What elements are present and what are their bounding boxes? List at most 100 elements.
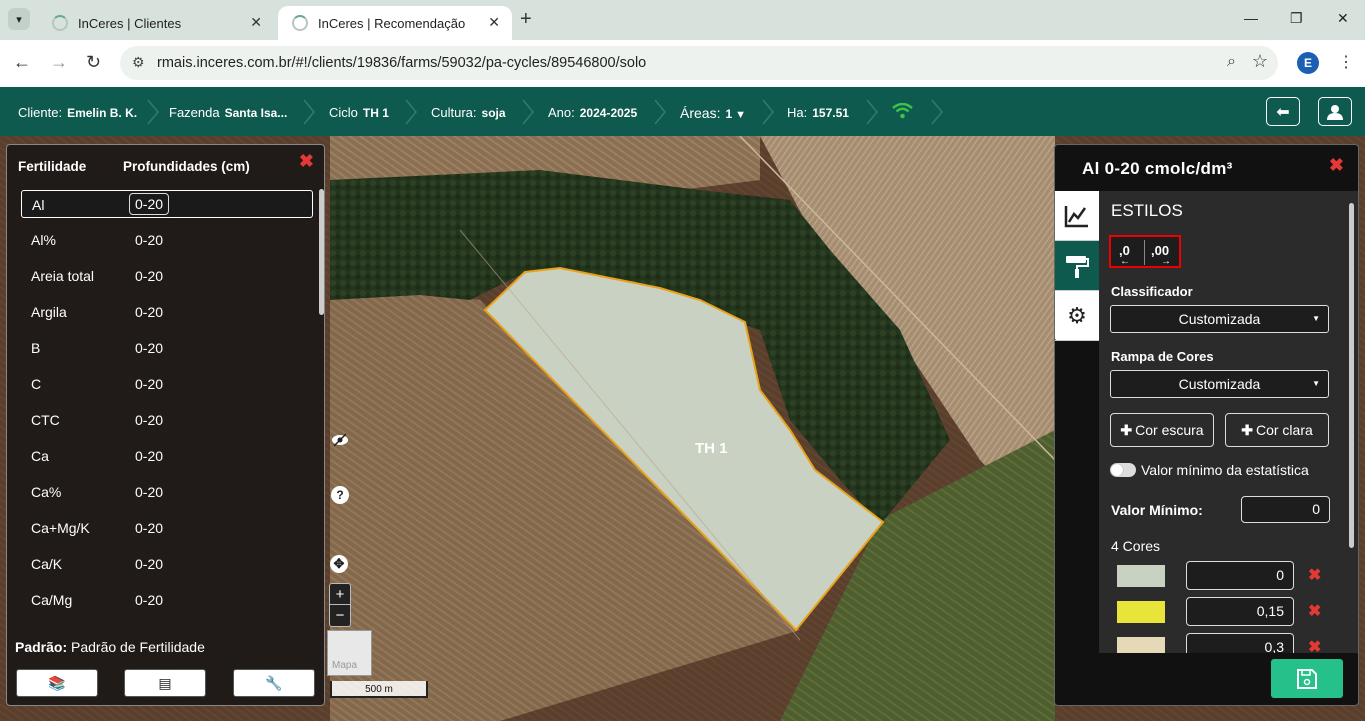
basemap-toggle[interactable]: Mapa (327, 630, 372, 676)
site-info-icon[interactable]: ⚙ (132, 54, 145, 71)
color-break-input[interactable]: 0,15 (1186, 597, 1294, 626)
breadcrumb-separator-icon (405, 99, 417, 125)
header-ano[interactable]: Ano: 2024-2025 (548, 105, 637, 120)
color-swatch[interactable] (1117, 637, 1165, 653)
tab-close-icon[interactable]: ✕ (488, 14, 500, 31)
fertility-row[interactable]: Ca% 0-20 (21, 478, 313, 506)
remove-color-icon[interactable]: ✖ (1308, 601, 1321, 621)
color-break-input[interactable]: 0 (1186, 561, 1294, 590)
depth-value[interactable]: 0-20 (135, 448, 163, 464)
styles-tab[interactable] (1055, 241, 1099, 291)
ano-label: Ano: (548, 105, 575, 120)
book-button[interactable]: ▤ (124, 669, 206, 697)
depth-value[interactable]: 0-20 (135, 376, 163, 392)
zoom-control: + − (329, 583, 351, 627)
zoom-in-button[interactable]: + (330, 584, 350, 605)
browser-menu-icon[interactable]: ⋮ (1338, 52, 1354, 72)
depth-value[interactable]: 0-20 (135, 232, 163, 248)
fertility-row[interactable]: Areia total 0-20 (21, 262, 313, 290)
fertility-row[interactable]: Ca/K 0-20 (21, 550, 313, 578)
depth-value[interactable]: 0-20 (135, 556, 163, 572)
fertilidade-header: Fertilidade (18, 159, 87, 174)
header-ha: Ha: 157.51 (787, 105, 849, 120)
rampa-value: Customizada (1178, 376, 1261, 392)
valor-minimo-toggle[interactable] (1110, 463, 1136, 477)
url-text[interactable]: rmais.inceres.com.br/#!/clients/19836/fa… (157, 55, 646, 71)
color-swatch[interactable] (1117, 601, 1165, 623)
fertility-row[interactable]: Ca+Mg/K 0-20 (21, 514, 313, 542)
close-panel-icon[interactable]: ✖ (1329, 155, 1344, 176)
fertility-row[interactable]: Argila 0-20 (21, 298, 313, 326)
tab-recomendacao[interactable]: InCeres | Recomendação ✕ (278, 6, 512, 40)
cliente-value: Emelin B. K. (67, 106, 138, 120)
fertility-row[interactable]: Ca/Mg 0-20 (21, 586, 313, 614)
header-cultura[interactable]: Cultura: soja (431, 105, 506, 120)
breadcrumb-separator-icon (303, 99, 315, 125)
color-swatch[interactable] (1117, 565, 1165, 587)
bookmark-star-icon[interactable]: ☆ (1252, 51, 1268, 72)
fertility-row[interactable]: Al 0-20 (21, 190, 313, 218)
browser-tab-bar: ▾ InCeres | Clientes ✕ InCeres | Recomen… (0, 0, 1365, 40)
zoom-icon[interactable]: ⌕ (1227, 53, 1236, 71)
minimize-button[interactable]: — (1244, 10, 1258, 26)
depth-value[interactable]: 0-20 (135, 340, 163, 356)
tab-search-button[interactable]: ▾ (8, 8, 30, 30)
depth-value[interactable]: 0-20 (135, 268, 163, 284)
depth-value[interactable]: 0-20 (135, 412, 163, 428)
cor-clara-button[interactable]: ✚ Cor clara (1225, 413, 1329, 447)
pan-move-icon[interactable]: ✥ (330, 555, 348, 573)
remove-color-icon[interactable]: ✖ (1308, 565, 1321, 585)
panel-scrollbar[interactable] (319, 189, 324, 315)
fertility-row[interactable]: CTC 0-20 (21, 406, 313, 434)
plus-icon: ✚ (1120, 421, 1133, 438)
back-button[interactable]: ← (13, 52, 31, 73)
classificador-select[interactable]: Customizada ▼ (1110, 305, 1329, 333)
profile-avatar[interactable]: E (1297, 52, 1319, 74)
fertility-row[interactable]: C 0-20 (21, 370, 313, 398)
tab-clientes[interactable]: InCeres | Clientes ✕ (38, 6, 274, 40)
restore-button[interactable]: ❐ (1290, 10, 1303, 27)
visibility-eye-icon[interactable] (331, 432, 349, 453)
tab-close-icon[interactable]: ✕ (250, 14, 262, 31)
header-cliente[interactable]: Cliente: Emelin B. K. (18, 105, 137, 120)
header-areas[interactable]: Áreas: 1 ▼ (680, 105, 746, 121)
cor-escura-button[interactable]: ✚ Cor escura (1110, 413, 1214, 447)
color-break-input[interactable]: 0,3 (1186, 633, 1294, 653)
save-button[interactable] (1271, 659, 1343, 698)
depth-value[interactable]: 0-20 (135, 304, 163, 320)
settings-tab[interactable]: ⚙ (1055, 291, 1099, 341)
help-icon[interactable]: ? (331, 486, 349, 504)
line-chart-icon (1064, 205, 1088, 227)
chart-tab[interactable] (1055, 191, 1099, 241)
header-ciclo[interactable]: Ciclo TH 1 (329, 105, 389, 120)
remove-color-icon[interactable]: ✖ (1308, 637, 1321, 653)
depth-value[interactable]: 0-20 (135, 484, 163, 500)
zoom-out-button[interactable]: − (330, 605, 350, 626)
library-button[interactable]: 📚 (16, 669, 98, 697)
fertility-row[interactable]: Ca 0-20 (21, 442, 313, 470)
user-profile-button[interactable] (1318, 97, 1352, 126)
depth-value[interactable]: 0-20 (135, 592, 163, 608)
fertility-row[interactable]: B 0-20 (21, 334, 313, 362)
areas-value: 1 (725, 107, 733, 121)
header-fazenda[interactable]: Fazenda Santa Isa... (169, 105, 287, 120)
depth-value[interactable]: 0-20 (135, 520, 163, 536)
nutrient-name: B (31, 340, 41, 356)
reload-button[interactable]: ↻ (86, 52, 101, 73)
settings-wrench-button[interactable]: 🔧 (233, 669, 315, 697)
areas-label: Áreas: (680, 105, 721, 121)
cultura-value: soja (481, 106, 506, 120)
polygon-label: TH 1 (695, 440, 728, 457)
forward-button[interactable]: → (50, 52, 68, 73)
section-title: ESTILOS (1111, 201, 1183, 220)
omnibox[interactable]: ⚙ rmais.inceres.com.br/#!/clients/19836/… (120, 46, 1278, 80)
fertility-row[interactable]: Al% 0-20 (21, 226, 313, 254)
back-arrow-button[interactable]: ⬅ (1266, 97, 1300, 126)
new-tab-button[interactable]: + (520, 8, 532, 31)
rampa-select[interactable]: Customizada ▼ (1110, 370, 1329, 398)
depth-value[interactable]: 0-20 (129, 193, 170, 215)
close-window-button[interactable]: ✕ (1337, 10, 1349, 27)
panel-scrollbar[interactable] (1349, 203, 1354, 548)
valor-minimo-input[interactable]: 0 (1241, 496, 1330, 523)
close-panel-icon[interactable]: ✖ (299, 151, 314, 172)
